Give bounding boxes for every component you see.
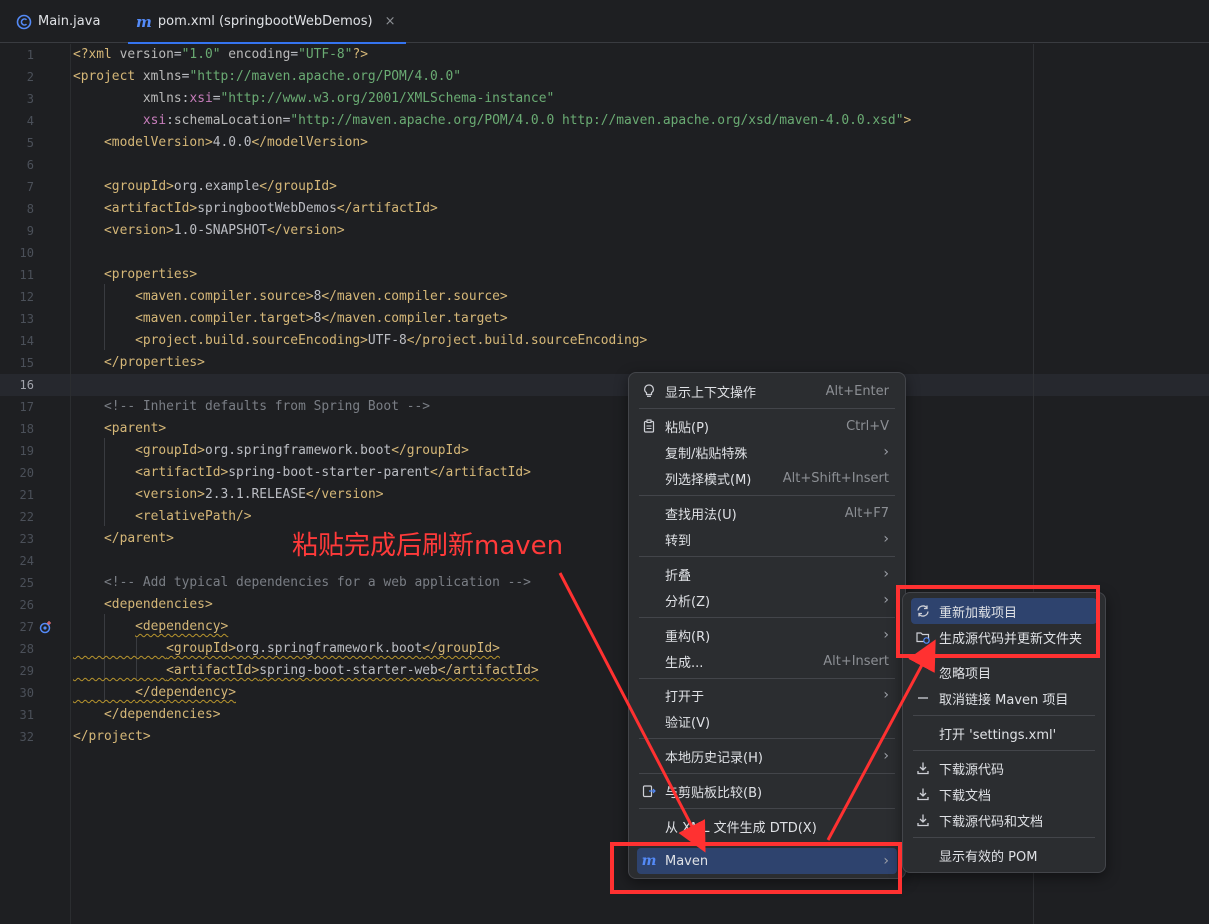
arrow-to-reload	[826, 639, 936, 841]
annotation-arrows	[558, 572, 936, 853]
arrow-to-maven	[558, 572, 706, 853]
